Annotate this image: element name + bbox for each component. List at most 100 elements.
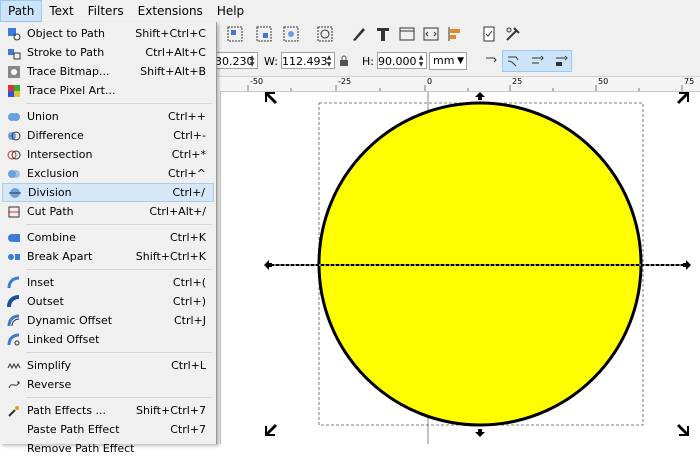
menu-item-linked-offset[interactable]: Linked Offset bbox=[2, 330, 214, 349]
xml-editor-icon[interactable] bbox=[398, 25, 416, 43]
menu-item-label: Object to Path bbox=[27, 27, 106, 40]
object-to-path-icon bbox=[8, 27, 21, 40]
menu-item-shortcut: Ctrl+J bbox=[173, 314, 206, 327]
x-spinner-icon[interactable]: ▲ ▼ bbox=[248, 54, 256, 68]
menu-item-label: Outset bbox=[27, 295, 64, 308]
menu-item-shortcut: Ctrl+L bbox=[171, 359, 206, 372]
menu-extensions[interactable]: Extensions bbox=[131, 0, 210, 22]
width-value: 112.493 bbox=[282, 55, 328, 68]
simplify-icon bbox=[7, 362, 21, 369]
menu-separator bbox=[26, 397, 212, 398]
combine-icon bbox=[8, 233, 20, 242]
menu-item-label: Path Effects ... bbox=[27, 404, 107, 417]
drawing-canvas[interactable] bbox=[221, 92, 700, 444]
menu-item-label: Paste Path Effect bbox=[27, 423, 120, 436]
menu-item-label: Linked Offset bbox=[27, 333, 100, 346]
objects-icon[interactable] bbox=[422, 25, 440, 43]
unit-value: mm bbox=[433, 54, 455, 67]
union-icon bbox=[8, 112, 20, 121]
menu-item-trace-pixel-art[interactable]: Trace Pixel Art... bbox=[2, 81, 214, 100]
menu-item-label: Union bbox=[27, 110, 59, 123]
menu-item-label: Trace Bitmap... bbox=[27, 65, 110, 78]
height-spinner-icon[interactable]: ▲ ▼ bbox=[417, 54, 425, 68]
scale-handle-icon bbox=[265, 92, 277, 104]
ruler-ticks bbox=[247, 85, 683, 91]
menu-item-reverse[interactable]: Reverse bbox=[2, 375, 214, 394]
menu-item-intersection[interactable]: Intersection Ctrl+* bbox=[2, 145, 214, 164]
width-spinner-icon[interactable]: ▲ ▼ bbox=[325, 54, 333, 68]
scale-corners-icon[interactable] bbox=[504, 52, 522, 70]
transform-gradients-icon[interactable] bbox=[528, 52, 546, 70]
menu-item-break-apart[interactable]: Break Apart Shift+Ctrl+K bbox=[2, 247, 214, 266]
path-effects-icon bbox=[8, 405, 19, 417]
menu-item-path-effects[interactable]: Path Effects ... Shift+Ctrl+7 bbox=[2, 401, 214, 420]
scale-handle-icon bbox=[475, 429, 485, 437]
menu-item-label: Trace Pixel Art... bbox=[27, 84, 116, 97]
zoom-selection-icon[interactable] bbox=[282, 25, 300, 43]
menu-item-shortcut: Ctrl+( bbox=[172, 276, 206, 289]
menu-item-label: Exclusion bbox=[27, 167, 79, 180]
reverse-icon bbox=[8, 381, 20, 388]
menu-item-difference[interactable]: Difference Ctrl+- bbox=[2, 126, 214, 145]
menu-item-shortcut: Ctrl+7 bbox=[170, 423, 206, 436]
ungroup-icon[interactable] bbox=[255, 25, 273, 43]
scale-handle-icon bbox=[264, 260, 272, 270]
height-label: H: bbox=[362, 55, 374, 68]
menu-item-shortcut: Shift+Alt+B bbox=[140, 65, 206, 78]
scale-stroke-icon[interactable] bbox=[482, 52, 500, 70]
width-field[interactable]: 112.493 ▲ ▼ bbox=[281, 52, 335, 69]
menu-item-union[interactable]: Union Ctrl++ bbox=[2, 107, 214, 126]
preferences-icon[interactable] bbox=[504, 25, 522, 43]
fill-stroke-icon[interactable] bbox=[350, 25, 368, 43]
menu-item-exclusion[interactable]: Exclusion Ctrl+^ bbox=[2, 164, 214, 183]
menu-item-label: Reverse bbox=[27, 378, 72, 391]
menu-item-shortcut: Ctrl+^ bbox=[167, 167, 206, 180]
menu-item-label: Break Apart bbox=[27, 250, 93, 263]
menu-separator bbox=[26, 352, 212, 353]
path-menu: Object to Path Shift+Ctrl+C Stroke to Pa… bbox=[0, 22, 217, 455]
menu-item-shortcut: Shift+Ctrl+K bbox=[135, 250, 206, 263]
document-properties-icon[interactable] bbox=[480, 25, 498, 43]
canvas-drawing bbox=[264, 92, 691, 444]
menu-item-remove-path-effect[interactable]: Remove Path Effect bbox=[2, 439, 214, 458]
menu-item-shortcut: Shift+Ctrl+C bbox=[135, 27, 206, 40]
menu-item-trace-bitmap[interactable]: Trace Bitmap... Shift+Alt+B bbox=[2, 62, 214, 81]
menu-item-object-to-path[interactable]: Object to Path Shift+Ctrl+C bbox=[2, 24, 214, 43]
height-field[interactable]: 90.000 ▲ ▼ bbox=[377, 52, 427, 69]
width-label: W: bbox=[264, 55, 278, 68]
menu-item-label: Combine bbox=[27, 231, 76, 244]
text-font-icon[interactable] bbox=[374, 25, 392, 43]
lock-icon[interactable] bbox=[339, 55, 349, 67]
x-position-field[interactable]: 30.230 ▲ ▼ bbox=[214, 52, 258, 69]
menu-help[interactable]: Help bbox=[210, 0, 251, 22]
menu-item-shortcut: Ctrl++ bbox=[167, 110, 206, 123]
menu-item-shortcut: Ctrl+/ bbox=[172, 186, 206, 199]
menu-item-label: Stroke to Path bbox=[27, 46, 105, 59]
zoom-drawing-icon[interactable] bbox=[316, 25, 334, 43]
menu-item-dynamic-offset[interactable]: Dynamic Offset Ctrl+J bbox=[2, 311, 214, 330]
menu-item-combine[interactable]: Combine Ctrl+K bbox=[2, 228, 214, 247]
menu-filters[interactable]: Filters bbox=[81, 0, 131, 22]
scale-handle-icon bbox=[677, 92, 689, 104]
stroke-to-path-icon bbox=[8, 48, 21, 59]
menu-item-division[interactable]: Division Ctrl+/ bbox=[2, 183, 214, 202]
menu-item-label: Inset bbox=[27, 276, 55, 289]
menu-item-cut-path[interactable]: Cut Path Ctrl+Alt+/ bbox=[2, 202, 214, 221]
menu-item-inset[interactable]: Inset Ctrl+( bbox=[2, 273, 214, 292]
menu-text[interactable]: Text bbox=[42, 0, 80, 22]
group-icon[interactable] bbox=[226, 25, 244, 43]
menu-item-label: Division bbox=[28, 186, 72, 199]
menu-item-paste-path-effect[interactable]: Paste Path Effect Ctrl+7 bbox=[2, 420, 214, 439]
menu-item-simplify[interactable]: Simplify Ctrl+L bbox=[2, 356, 214, 375]
menu-item-label: Difference bbox=[27, 129, 84, 142]
inset-icon bbox=[7, 276, 20, 288]
menu-item-shortcut: Ctrl+Alt+C bbox=[145, 46, 206, 59]
menu-item-outset[interactable]: Outset Ctrl+) bbox=[2, 292, 214, 311]
align-distribute-icon[interactable] bbox=[446, 25, 464, 43]
menu-item-shortcut: Ctrl+Alt+/ bbox=[149, 205, 206, 218]
transform-patterns-icon[interactable] bbox=[552, 52, 570, 70]
unit-select[interactable]: mm ▼ bbox=[429, 52, 467, 70]
menu-path[interactable]: Path bbox=[0, 0, 43, 22]
menu-item-stroke-to-path[interactable]: Stroke to Path Ctrl+Alt+C bbox=[2, 43, 214, 62]
menu-separator bbox=[26, 103, 212, 104]
